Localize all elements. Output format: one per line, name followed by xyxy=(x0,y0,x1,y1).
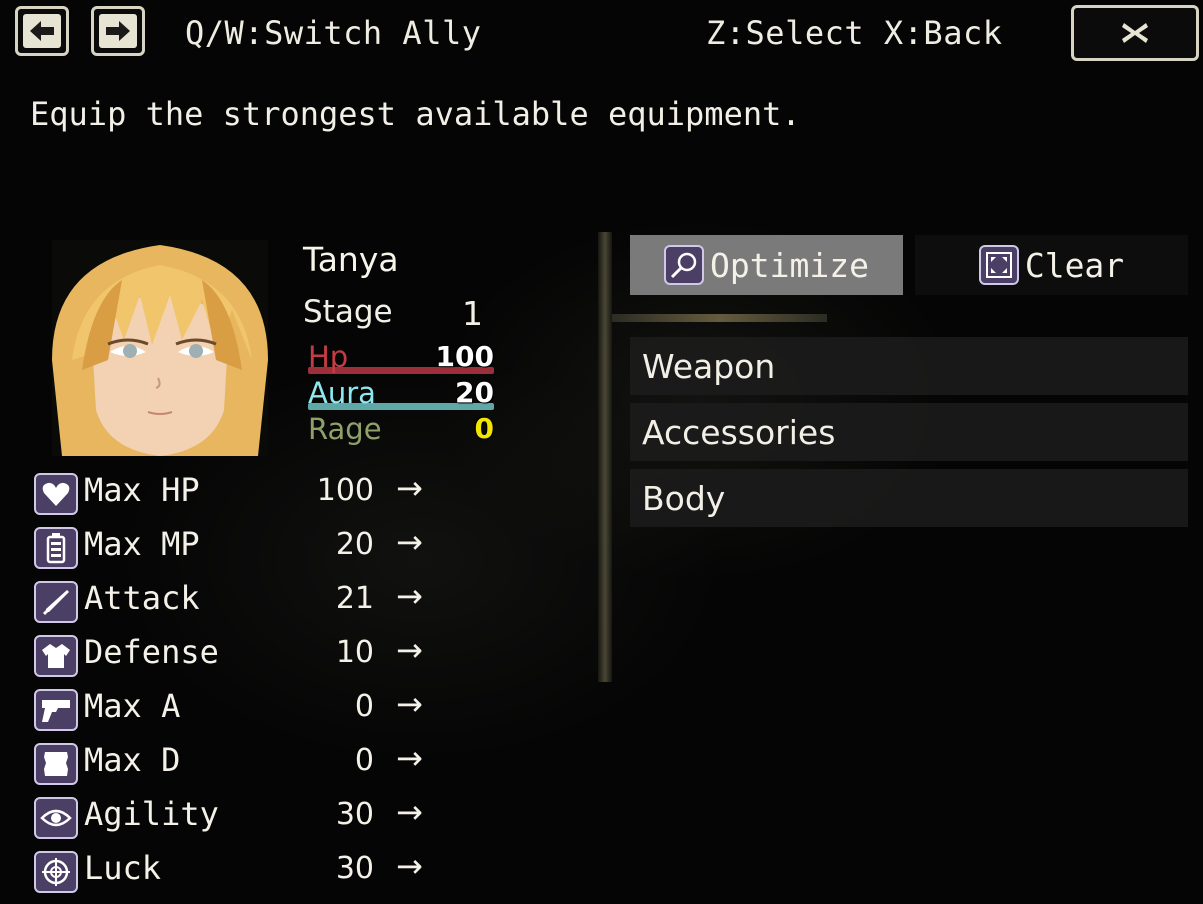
arrow-right-icon xyxy=(106,21,130,41)
heart-icon xyxy=(34,473,78,515)
param-value: 21 xyxy=(335,581,374,616)
slot-label: Body xyxy=(642,479,726,518)
slot-accessories[interactable]: Accessories xyxy=(630,403,1188,461)
rage-gauge-label: Rage xyxy=(308,412,382,446)
hp-gauge-label: Hp xyxy=(308,340,349,374)
clear-label: Clear xyxy=(1024,245,1125,285)
param-value: 30 xyxy=(335,851,374,886)
param-row-agility: Agility 30 → xyxy=(34,793,434,841)
param-value: 30 xyxy=(335,797,374,832)
switch-ally-hint: Q/W:Switch Ally xyxy=(185,14,482,52)
param-row-max-mp: Max MP 20 → xyxy=(34,523,434,571)
param-name: Max HP xyxy=(84,471,200,509)
param-arrow: → xyxy=(396,793,423,831)
status-panel-divider xyxy=(598,232,612,682)
slot-label: Weapon xyxy=(642,347,776,386)
param-name: Max MP xyxy=(84,525,200,563)
scroll-icon xyxy=(34,743,78,785)
battery-icon xyxy=(34,527,78,569)
armor-icon xyxy=(34,635,78,677)
param-value: 100 xyxy=(316,473,374,508)
param-value: 0 xyxy=(354,743,374,778)
clear-button[interactable]: Clear xyxy=(915,235,1188,295)
param-arrow: → xyxy=(396,685,423,723)
close-button[interactable] xyxy=(1071,5,1199,61)
gun-icon xyxy=(34,689,78,731)
aura-gauge-value: 20 xyxy=(455,376,494,409)
param-arrow: → xyxy=(396,739,423,777)
param-value: 0 xyxy=(354,689,374,724)
help-text: Equip the strongest available equipment. xyxy=(30,95,801,133)
hp-gauge: Hp 100 xyxy=(308,340,494,376)
param-value: 20 xyxy=(335,527,374,562)
param-arrow: → xyxy=(396,523,423,561)
slot-panel-divider xyxy=(612,314,827,322)
param-row-attack: Attack 21 → xyxy=(34,577,434,625)
param-name: Max A xyxy=(84,687,181,725)
param-row-luck: Luck 30 → xyxy=(34,847,434,895)
hp-gauge-value: 100 xyxy=(435,340,494,373)
optimize-button[interactable]: Optimize xyxy=(630,235,903,295)
param-name: Attack xyxy=(84,579,200,617)
slot-body[interactable]: Body xyxy=(630,469,1188,527)
stage-value: 1 xyxy=(462,294,483,333)
rage-gauge: Rage 0 xyxy=(308,412,494,448)
actor-name: Tanya xyxy=(303,240,399,279)
param-arrow: → xyxy=(396,469,423,507)
previous-ally-button[interactable] xyxy=(15,6,69,56)
aura-gauge: Aura 20 xyxy=(308,376,494,412)
slot-label: Accessories xyxy=(642,413,836,452)
expand-icon xyxy=(978,245,1019,285)
param-value: 10 xyxy=(335,635,374,670)
param-arrow: → xyxy=(396,847,423,885)
next-ally-button[interactable] xyxy=(91,6,145,56)
actor-portrait xyxy=(52,240,268,456)
param-arrow: → xyxy=(396,631,423,669)
arrow-left-icon xyxy=(30,21,54,41)
eye-icon xyxy=(34,797,78,839)
param-row-max-hp: Max HP 100 → xyxy=(34,469,434,517)
select-back-hint: Z:Select X:Back xyxy=(706,14,1003,52)
magnifier-icon xyxy=(664,245,705,285)
param-row-max-a: Max A 0 → xyxy=(34,685,434,733)
close-icon xyxy=(1122,23,1148,43)
param-arrow: → xyxy=(396,577,423,615)
param-row-defense: Defense 10 → xyxy=(34,631,434,679)
param-name: Max D xyxy=(84,741,181,779)
param-row-max-d: Max D 0 → xyxy=(34,739,434,787)
slot-weapon[interactable]: Weapon xyxy=(630,337,1188,395)
stage-label: Stage xyxy=(303,294,393,330)
param-name: Defense xyxy=(84,633,219,671)
rage-gauge-value: 0 xyxy=(474,412,494,445)
param-name: Luck xyxy=(84,849,162,887)
param-name: Agility xyxy=(84,795,219,833)
optimize-label: Optimize xyxy=(710,245,869,285)
target-icon xyxy=(34,851,78,893)
aura-gauge-label: Aura xyxy=(308,376,376,410)
sword-icon xyxy=(34,581,78,623)
